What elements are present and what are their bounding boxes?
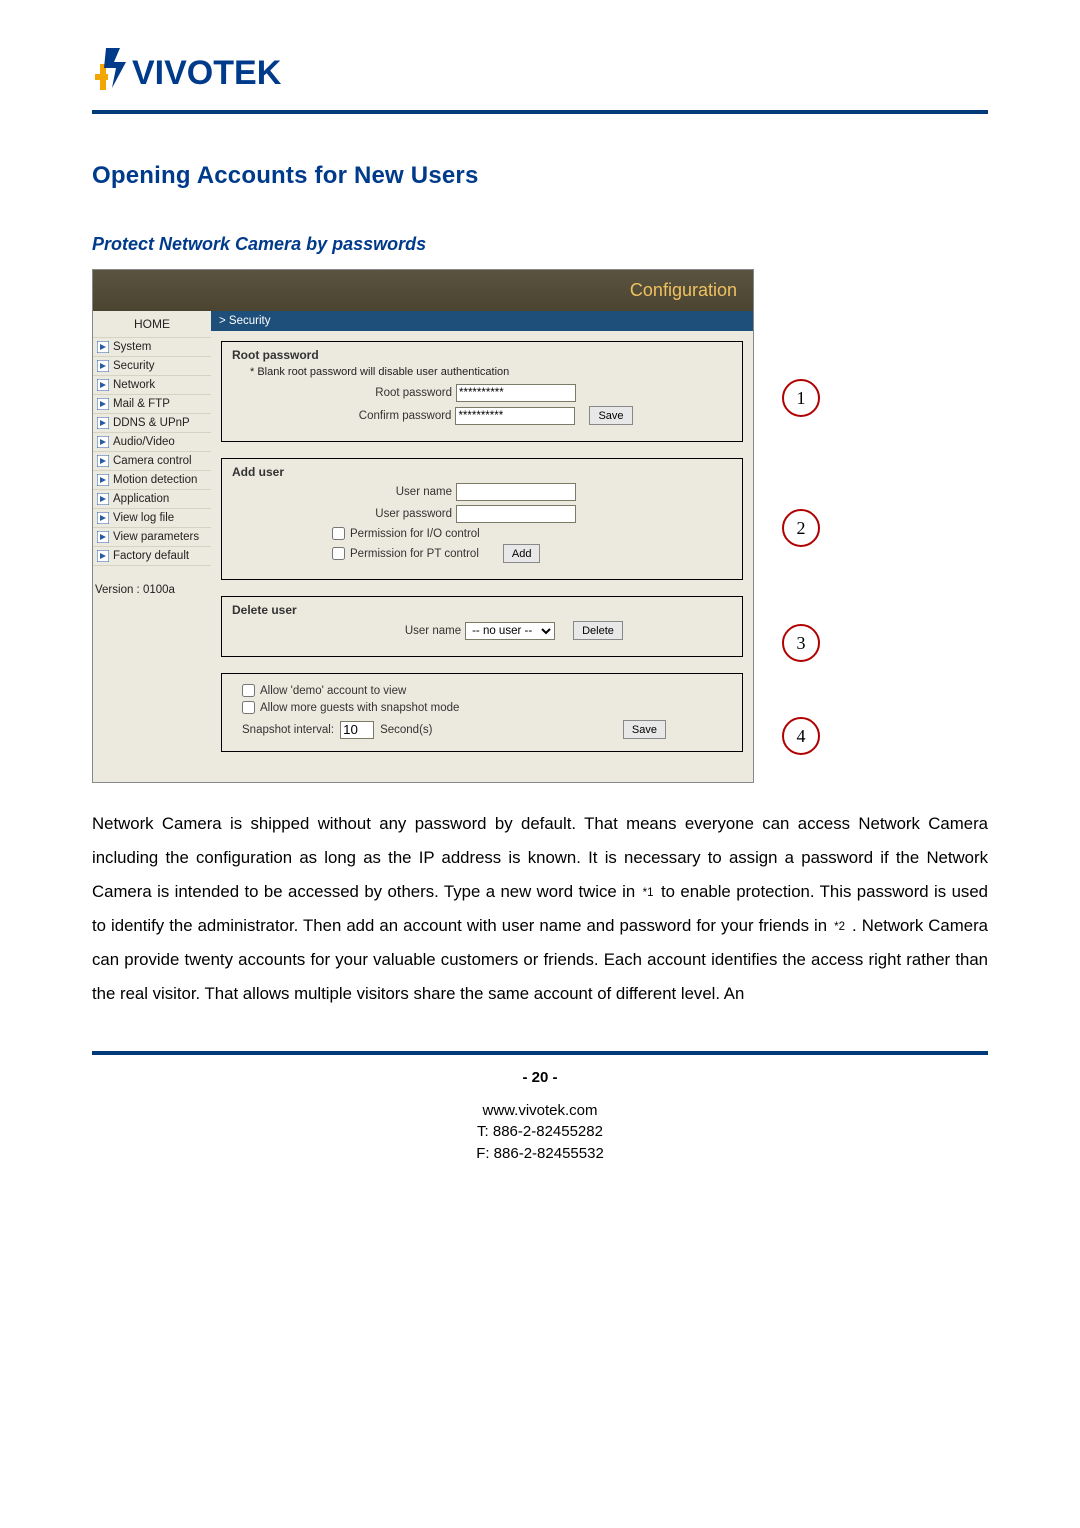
config-sidebar: HOME System Security Network Mail & FTP DDNS… (93, 311, 211, 782)
arrow-right-icon (97, 531, 109, 543)
sidebar-item-label: Factory default (113, 550, 189, 562)
perm-pt-label: Permission for PT control (350, 548, 479, 560)
add-user-panel: Add user User name User password Permiss… (221, 458, 743, 580)
sidebar-item-label: View log file (113, 512, 174, 524)
add-user-title: Add user (232, 465, 732, 479)
root-password-panel: Root password * Blank root password will… (221, 341, 743, 442)
arrow-right-icon (97, 379, 109, 391)
save-button-root[interactable]: Save (589, 406, 632, 425)
sidebar-item-label: View parameters (113, 531, 199, 543)
sidebar-item-camera-control[interactable]: Camera control (93, 452, 211, 471)
header-divider (92, 110, 988, 114)
allow-guests-label: Allow more guests with snapshot mode (260, 702, 459, 714)
sidebar-item-label: DDNS & UPnP (113, 417, 190, 429)
arrow-right-icon (97, 474, 109, 486)
sidebar-version: Version : 0100a (93, 566, 211, 600)
arrow-right-icon (97, 455, 109, 467)
footer-divider (92, 1051, 988, 1055)
callouts-column: 1 2 3 4 (754, 269, 874, 783)
section-title: Opening Accounts for New Users (92, 162, 988, 190)
callout-1: 1 (782, 379, 820, 417)
perm-io-checkbox[interactable] (332, 527, 345, 540)
root-pw-input[interactable] (456, 384, 576, 402)
sidebar-item-label: Application (113, 493, 169, 505)
logo-text: VIVOTEK (132, 54, 282, 92)
sidebar-item-view-parameters[interactable]: View parameters (93, 528, 211, 547)
sidebar-item-ddns-upnp[interactable]: DDNS & UPnP (93, 414, 211, 433)
arrow-right-icon (97, 436, 109, 448)
config-header-title: Configuration (93, 270, 753, 311)
delete-user-panel: Delete user User name -- no user -- Dele… (221, 596, 743, 657)
sidebar-item-home[interactable]: HOME (93, 311, 211, 338)
sidebar-item-security[interactable]: Security (93, 357, 211, 376)
sidebar-item-system[interactable]: System (93, 338, 211, 357)
delete-user-select[interactable]: -- no user -- (465, 622, 555, 640)
sidebar-item-label: Security (113, 360, 155, 372)
config-screenshot: Configuration HOME System Security Network… (92, 269, 988, 783)
snapshot-interval-input[interactable] (340, 721, 374, 739)
sidebar-item-label: Motion detection (113, 474, 197, 486)
callout-3: 3 (782, 624, 820, 662)
arrow-right-icon (97, 360, 109, 372)
sidebar-item-label: Network (113, 379, 155, 391)
delete-button[interactable]: Delete (573, 621, 623, 640)
ref-mark-2: *2 (832, 921, 847, 933)
callout-4: 4 (782, 717, 820, 755)
add-userpw-label: User password (332, 508, 452, 520)
footer-info: www.vivotek.com T: 886-2-82455282 F: 886… (92, 1100, 988, 1165)
sidebar-item-label: System (113, 341, 151, 353)
allow-demo-label: Allow 'demo' account to view (260, 685, 406, 697)
arrow-right-icon (97, 398, 109, 410)
snapshot-interval-unit: Second(s) (380, 724, 432, 736)
arrow-right-icon (97, 512, 109, 524)
arrow-right-icon (97, 341, 109, 353)
sidebar-item-label: Camera control (113, 455, 192, 467)
subsection-title: Protect Network Camera by passwords (92, 234, 988, 255)
callout-2: 2 (782, 509, 820, 547)
sidebar-item-application[interactable]: Application (93, 490, 211, 509)
footer-fax: F: 886-2-82455532 (92, 1143, 988, 1165)
delete-user-title: Delete user (232, 603, 732, 617)
add-username-input[interactable] (456, 483, 576, 501)
demo-guest-panel: Allow 'demo' account to view Allow more … (221, 673, 743, 752)
sidebar-item-label: Mail & FTP (113, 398, 170, 410)
root-password-title: Root password (232, 348, 732, 362)
sidebar-item-network[interactable]: Network (93, 376, 211, 395)
add-username-label: User name (332, 486, 452, 498)
snapshot-interval-label: Snapshot interval: (242, 724, 334, 736)
perm-io-label: Permission for I/O control (350, 528, 480, 540)
sidebar-item-audio-video[interactable]: Audio/Video (93, 433, 211, 452)
sidebar-item-label: Audio/Video (113, 436, 175, 448)
arrow-right-icon (97, 417, 109, 429)
add-button[interactable]: Add (503, 544, 541, 563)
sidebar-item-view-log-file[interactable]: View log file (93, 509, 211, 528)
arrow-right-icon (97, 550, 109, 562)
root-pw-label: Root password (332, 387, 452, 399)
sidebar-item-factory-default[interactable]: Factory default (93, 547, 211, 566)
confirm-pw-input[interactable] (455, 407, 575, 425)
root-password-note: * Blank root password will disable user … (250, 366, 732, 378)
footer-tel: T: 886-2-82455282 (92, 1121, 988, 1143)
footer-url: www.vivotek.com (92, 1100, 988, 1122)
sidebar-item-mail-ftp[interactable]: Mail & FTP (93, 395, 211, 414)
arrow-right-icon (97, 493, 109, 505)
allow-demo-checkbox[interactable] (242, 684, 255, 697)
sidebar-item-motion-detection[interactable]: Motion detection (93, 471, 211, 490)
save-button-demo[interactable]: Save (623, 720, 666, 739)
brand-logo: VIVOTEK (92, 44, 988, 96)
breadcrumb: > Security (211, 311, 753, 331)
delete-username-label: User name (341, 625, 461, 637)
add-userpw-input[interactable] (456, 505, 576, 523)
page-number: - 20 - (92, 1069, 988, 1086)
allow-guests-checkbox[interactable] (242, 701, 255, 714)
body-paragraph: Network Camera is shipped without any pa… (92, 807, 988, 1011)
ref-mark-1: *1 (641, 887, 656, 899)
confirm-pw-label: Confirm password (331, 410, 451, 422)
perm-pt-checkbox[interactable] (332, 547, 345, 560)
